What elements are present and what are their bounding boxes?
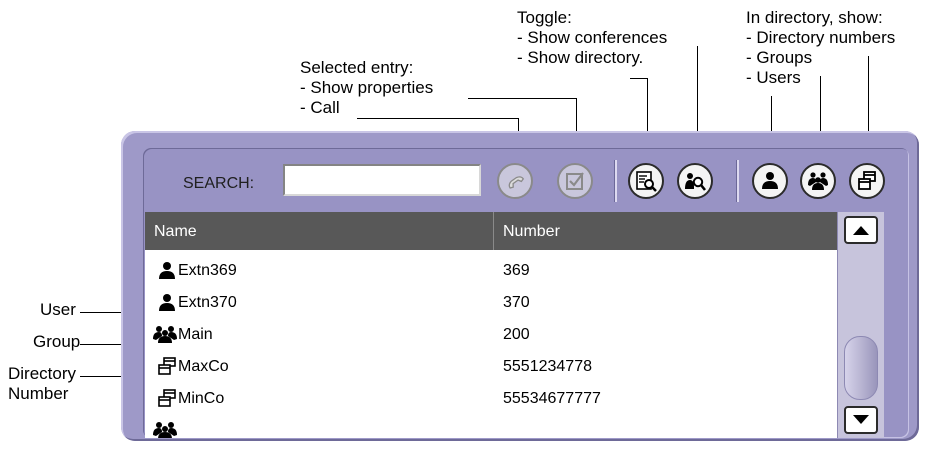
toolbar-separator <box>736 160 739 202</box>
entry-number: 5551234778 <box>503 358 592 375</box>
show-groups-button[interactable] <box>800 163 836 199</box>
annotation-user: User <box>40 300 76 319</box>
annotation-directory-numbers: - Directory numbers <box>746 28 896 47</box>
annotation-selected-call: - Call <box>300 98 340 117</box>
list-item[interactable]: MaxCo 5551234778 <box>145 350 837 384</box>
annotation-selected-properties: - Show properties <box>300 78 434 97</box>
annotation-directory-number-2: Number <box>8 384 69 403</box>
show-users-button[interactable] <box>752 163 788 199</box>
directory-number-icon <box>158 357 176 375</box>
annotation-group: Group <box>33 332 81 351</box>
group-icon <box>153 326 177 343</box>
annotation-directory-users: - Users <box>746 68 801 87</box>
toolbar-separator <box>614 160 617 202</box>
annotation-toggle-title: Toggle: <box>517 8 572 27</box>
list-item[interactable]: Extn369 369 <box>145 254 837 288</box>
scroll-down-button[interactable] <box>844 406 878 434</box>
entry-name: MaxCo <box>178 358 229 375</box>
list-item[interactable]: MinCo 55534677777 <box>145 382 837 416</box>
annotation-directory-title: In directory, show: <box>746 8 883 27</box>
leader-line <box>357 118 519 119</box>
phone-icon <box>508 176 525 189</box>
entry-name: Main <box>178 326 213 343</box>
column-divider[interactable] <box>493 212 494 250</box>
entry-name: Extn369 <box>178 262 237 279</box>
show-directory-button[interactable] <box>677 163 713 199</box>
list-item[interactable]: Extn370 370 <box>145 286 837 320</box>
list-item[interactable]: Main 200 <box>145 318 837 352</box>
call-button[interactable] <box>497 163 533 199</box>
conference-search-icon <box>636 171 657 192</box>
entry-number: 369 <box>503 262 530 279</box>
group-icon <box>153 422 177 438</box>
directory-list: Name Number Extn369 369 Extn370 370 Main… <box>145 212 837 438</box>
annotation-toggle-conferences: - Show conferences <box>517 28 668 47</box>
leader-line <box>468 98 577 99</box>
annotation-directory-groups: - Groups <box>746 48 813 67</box>
user-icon <box>159 294 175 311</box>
scroll-up-button[interactable] <box>844 216 878 244</box>
vertical-scrollbar[interactable] <box>837 212 884 438</box>
show-conferences-button[interactable] <box>628 163 664 199</box>
directory-number-icon <box>858 171 876 190</box>
list-item[interactable] <box>145 414 837 438</box>
entry-name: Extn370 <box>178 294 237 311</box>
search-label: SEARCH: <box>183 175 255 192</box>
search-input[interactable] <box>283 164 481 196</box>
entry-name: MinCo <box>178 390 225 407</box>
directory-number-icon <box>158 389 176 407</box>
list-header: Name Number <box>145 212 837 250</box>
entry-number: 200 <box>503 326 530 343</box>
column-header-number[interactable]: Number <box>503 223 560 241</box>
user-icon <box>762 172 778 189</box>
group-icon <box>808 172 828 190</box>
annotation-toggle-directory: - Show directory. <box>517 48 644 67</box>
arrow-up-icon <box>853 226 869 235</box>
scroll-thumb[interactable] <box>844 336 878 400</box>
checkbox-icon <box>566 172 584 190</box>
show-directory-numbers-button[interactable] <box>849 163 885 199</box>
directory-search-icon <box>685 173 707 191</box>
annotation-directory-number-1: Directory <box>8 364 77 383</box>
leader-line <box>630 78 648 79</box>
show-properties-button[interactable] <box>557 163 593 199</box>
column-header-name[interactable]: Name <box>154 223 197 241</box>
entry-number: 370 <box>503 294 530 311</box>
annotation-selected-title: Selected entry: <box>300 58 414 77</box>
user-icon <box>159 262 175 279</box>
arrow-down-icon <box>853 415 869 424</box>
entry-number: 55534677777 <box>503 390 601 407</box>
